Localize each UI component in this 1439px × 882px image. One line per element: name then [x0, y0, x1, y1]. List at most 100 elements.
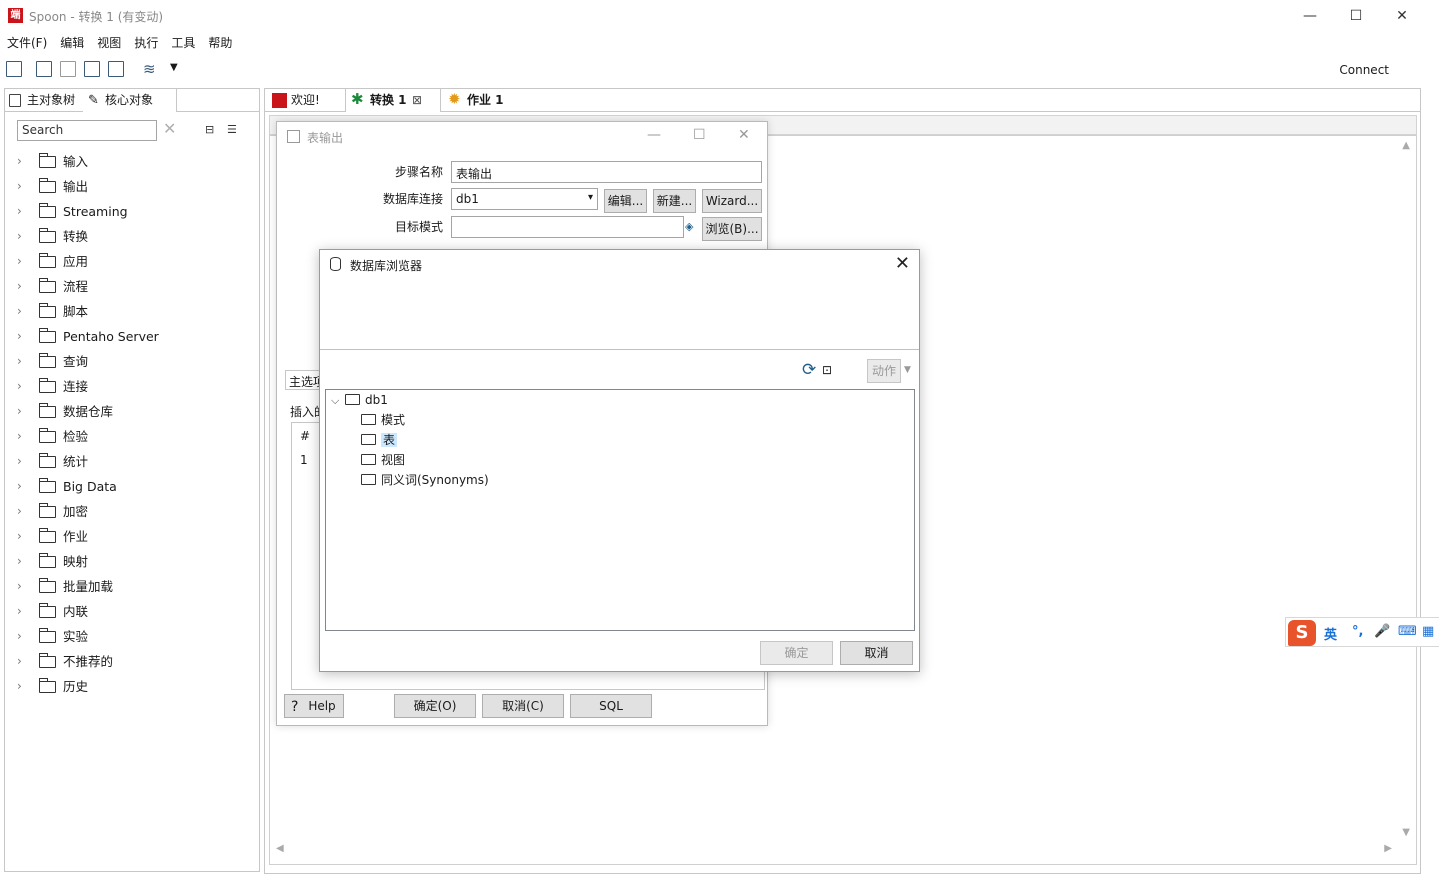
tree-category[interactable]: › 转换 [5, 224, 259, 249]
tree-category[interactable]: › Big Data [5, 474, 259, 499]
scroll-up-icon[interactable]: ▲ [1402, 140, 1410, 151]
chevron-right-icon[interactable]: › [17, 574, 22, 599]
tree-category[interactable]: › 批量加载 [5, 574, 259, 599]
tree-view-icon[interactable]: ⊡ [822, 363, 832, 377]
keyboard-icon[interactable]: ⌨ [1398, 624, 1417, 639]
edit-connection-button[interactable]: 编辑... [604, 189, 647, 213]
maximize-button[interactable]: ☐ [1333, 4, 1379, 28]
chevron-right-icon[interactable]: › [17, 474, 22, 499]
tree-category[interactable]: › Pentaho Server [5, 324, 259, 349]
chevron-right-icon[interactable]: › [17, 249, 22, 274]
tree-category[interactable]: › 历史 [5, 674, 259, 699]
minimize-icon[interactable]: — [647, 127, 661, 143]
tree-category[interactable]: › 应用 [5, 249, 259, 274]
browse-button[interactable]: 浏览(B)... [702, 217, 762, 241]
tree-category[interactable]: › 数据仓库 [5, 399, 259, 424]
menu-view[interactable]: 视图 [90, 32, 127, 51]
chevron-right-icon[interactable]: › [17, 224, 22, 249]
ok-button[interactable]: 确定(O) [394, 694, 476, 718]
save-icon[interactable] [84, 61, 100, 77]
tree-category[interactable]: › 内联 [5, 599, 259, 624]
microphone-icon[interactable]: 🎤 [1374, 624, 1390, 639]
scroll-right-icon[interactable]: ▶ [1384, 843, 1392, 854]
chevron-down-icon[interactable]: ▼ [170, 62, 178, 73]
tree-category[interactable]: › 作业 [5, 524, 259, 549]
wizard-button[interactable]: Wizard... [702, 189, 762, 213]
close-icon[interactable]: ✕ [738, 127, 750, 143]
menu-edit[interactable]: 编辑 [53, 32, 90, 51]
refresh-icon[interactable]: ⟳ [802, 360, 816, 380]
chevron-right-icon[interactable]: › [17, 549, 22, 574]
chevron-right-icon[interactable]: › [17, 349, 22, 374]
new-connection-button[interactable]: 新建... [653, 189, 696, 213]
menu-run[interactable]: 执行 [127, 32, 164, 51]
chevron-right-icon[interactable]: › [17, 174, 22, 199]
chevron-right-icon[interactable]: › [17, 274, 22, 299]
chevron-down-icon[interactable]: ▼ [904, 365, 911, 375]
chevron-right-icon[interactable]: › [17, 599, 22, 624]
chevron-right-icon[interactable]: › [17, 374, 22, 399]
explore-repo-icon[interactable] [60, 61, 76, 77]
chevron-right-icon[interactable]: › [17, 624, 22, 649]
open-file-icon[interactable] [36, 61, 52, 77]
help-button[interactable]: ? Help [284, 694, 344, 718]
chevron-right-icon[interactable]: › [17, 449, 22, 474]
connect-button[interactable]: Connect [1339, 63, 1389, 77]
close-icon[interactable]: ✕ [895, 253, 910, 274]
tree-category[interactable]: › 检验 [5, 424, 259, 449]
tree-node-views[interactable]: 视图 [359, 450, 405, 470]
minimize-button[interactable]: — [1287, 4, 1333, 28]
chevron-right-icon[interactable]: › [17, 649, 22, 674]
chevron-right-icon[interactable]: › [17, 199, 22, 224]
expand-tree-icon[interactable]: ☰ [227, 123, 241, 137]
tab-job-1[interactable]: ✹ 作业 1 [443, 89, 529, 112]
tree-category[interactable]: › 输入 [5, 149, 259, 174]
cancel-button[interactable]: 取消(C) [482, 694, 564, 718]
target-schema-input[interactable] [451, 216, 684, 238]
tab-core-objects[interactable]: ✎ 核心对象 [83, 89, 177, 112]
step-name-input[interactable]: 表输出 [451, 161, 762, 183]
tree-category[interactable]: › 连接 [5, 374, 259, 399]
tree-category[interactable]: › 不推荐的 [5, 649, 259, 674]
tree-category[interactable]: › 脚本 [5, 299, 259, 324]
collapse-tree-icon[interactable]: ⊟ [205, 123, 219, 137]
tab-transformation-1[interactable]: ✱ 转换 1 ⊠ [345, 89, 441, 112]
scroll-left-icon[interactable]: ◀ [276, 843, 284, 854]
tree-category[interactable]: › 映射 [5, 549, 259, 574]
close-button[interactable]: ✕ [1379, 4, 1425, 28]
tree-node-tables[interactable]: 表 [359, 430, 398, 450]
tab-main-tree[interactable]: 主对象树 [5, 89, 83, 112]
cancel-button[interactable]: 取消 [840, 641, 913, 665]
tree-category[interactable]: › 查询 [5, 349, 259, 374]
tab-welcome[interactable]: 欢迎! [267, 89, 343, 112]
tree-category[interactable]: › 流程 [5, 274, 259, 299]
scroll-down-icon[interactable]: ▼ [1402, 827, 1410, 838]
chevron-right-icon[interactable]: › [17, 399, 22, 424]
tree-node-db1[interactable]: db1 [343, 390, 388, 410]
chevron-right-icon[interactable]: › [17, 674, 22, 699]
chevron-right-icon[interactable]: › [17, 524, 22, 549]
maximize-icon[interactable]: ☐ [693, 127, 706, 143]
save-as-icon[interactable] [108, 61, 124, 77]
action-button[interactable]: 动作 [867, 359, 901, 383]
tree-category[interactable]: › Streaming [5, 199, 259, 224]
tree-category[interactable]: › 实验 [5, 624, 259, 649]
tree-category[interactable]: › 输出 [5, 174, 259, 199]
menu-file[interactable]: 文件(F) [0, 32, 53, 51]
tree-node-schemas[interactable]: 模式 [359, 410, 405, 430]
close-tab-icon[interactable]: ⊠ [412, 89, 422, 112]
chevron-right-icon[interactable]: › [17, 324, 22, 349]
menu-help[interactable]: 帮助 [201, 32, 238, 51]
tree-category[interactable]: › 加密 [5, 499, 259, 524]
menu-tools[interactable]: 工具 [164, 32, 201, 51]
sql-button[interactable]: SQL [570, 694, 652, 718]
search-input[interactable]: Search [17, 120, 157, 141]
ime-mode[interactable]: 英 [1324, 624, 1337, 643]
new-file-icon[interactable] [6, 61, 22, 77]
chevron-right-icon[interactable]: › [17, 299, 22, 324]
chevron-right-icon[interactable]: › [17, 149, 22, 174]
tree-node-synonyms[interactable]: 同义词(Synonyms) [359, 470, 489, 490]
clear-search-icon[interactable]: ✕ [163, 119, 176, 138]
tree-category[interactable]: › 统计 [5, 449, 259, 474]
ok-button[interactable]: 确定 [760, 641, 833, 665]
